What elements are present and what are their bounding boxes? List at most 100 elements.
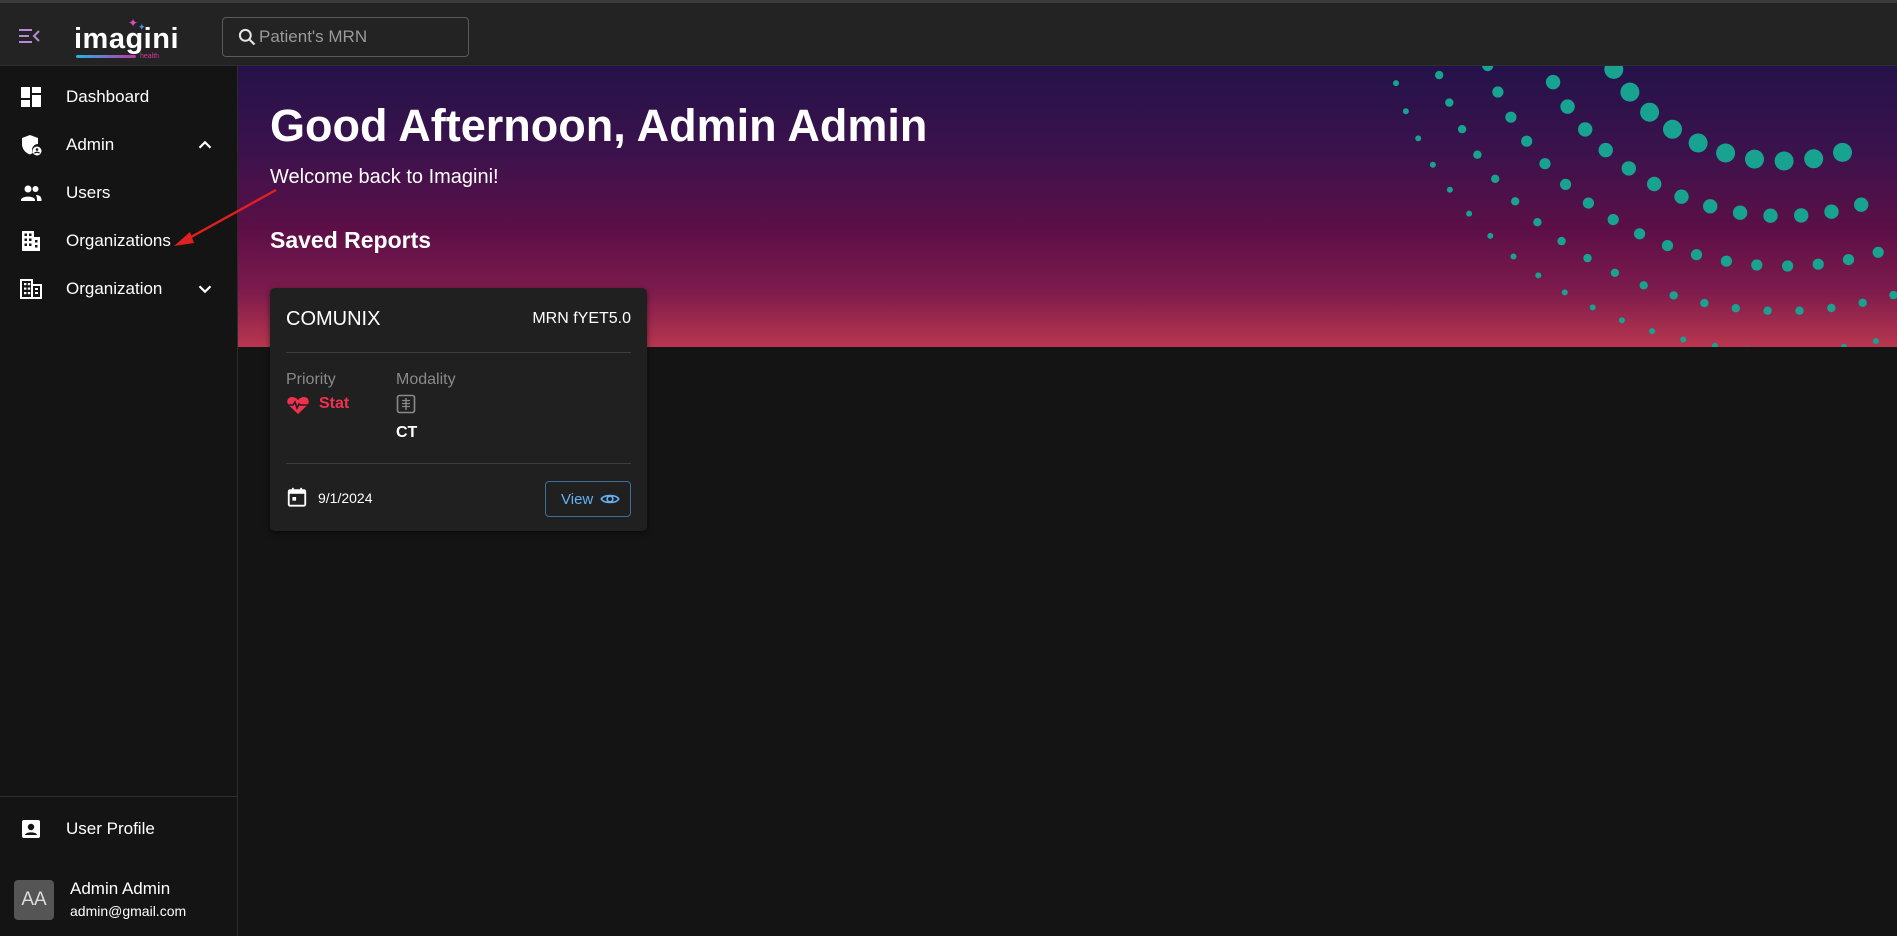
avatar-initials: AA [21,889,47,910]
decorative-dot [1647,176,1662,192]
eye-icon [600,494,620,504]
report-card[interactable]: COMUNIX MRN fYET5.0 Priority Stat Modali… [270,288,647,531]
decorative-dot [1415,135,1422,142]
decorative-dot [1492,86,1504,98]
decorative-dot [1690,249,1703,261]
chevron-up-icon[interactable] [194,134,216,156]
welcome-text: Welcome back to Imagini! [270,166,499,188]
decorative-dot [1688,133,1708,153]
sidebar-item-label: Admin [66,135,115,154]
user-profile-label: User Profile [66,819,155,838]
decorative-dot [1545,74,1561,90]
decorative-dot [1854,197,1869,212]
decorative-dot [1539,158,1551,170]
menu-collapse-icon[interactable] [16,25,42,47]
decorative-dot [1872,338,1879,345]
sidebar-item-label: Organizations [66,231,171,250]
search-icon [238,28,256,46]
decorative-dot [1589,304,1596,311]
decorative-dot [1732,205,1748,220]
decorative-dot [1598,142,1613,158]
decorative-dot [1466,210,1473,217]
card-divider [286,352,631,353]
decorative-dot [1510,253,1517,260]
report-title: COMUNIX [286,308,381,330]
sparkle-icon: ✦ [128,16,139,30]
decorative-dot [1841,343,1847,347]
view-report-button[interactable]: View [545,481,631,517]
decorative-dot [1889,290,1897,300]
decorative-dot [1731,304,1741,313]
priority-value: Stat [319,395,350,412]
decorative-dot [1561,289,1568,296]
modality-label: Modality [396,371,456,388]
decorative-dot [1640,102,1660,122]
decorative-dot [1674,189,1689,204]
decorative-dot [1703,199,1718,214]
decorative-dot [1435,70,1444,80]
decorative-dot [1560,178,1572,190]
decorative-dot [1745,149,1764,169]
decorative-dot [1402,108,1409,115]
decorative-dot [1446,186,1453,193]
decorative-dot [1661,240,1674,252]
decorative-dot [1680,336,1687,343]
decorative-dot [1505,111,1517,123]
decorative-dot [1582,197,1594,209]
decorative-dot [1535,272,1542,279]
decorative-dot [1621,161,1637,176]
sidebar-item-admin[interactable]: Admin [0,121,237,169]
sidebar-item-organization[interactable]: Organization [0,265,237,313]
decorative-dot [1639,281,1648,290]
heart-pulse-icon [287,396,309,414]
decorative-dot [1782,260,1794,272]
decorative-dot [1858,298,1867,307]
dashboard-icon [21,87,41,107]
sidebar-item-dashboard[interactable]: Dashboard [0,73,237,121]
decorative-dot [1533,218,1542,227]
admin-shield-icon [22,135,42,156]
decorative-dot [1812,258,1824,270]
avatar[interactable]: AA [14,880,54,920]
main-content: Good Afternoon, Admin Admin Welcome back… [238,66,1897,936]
sidebar-item-organizations[interactable]: Organizations [0,217,237,265]
logo-subtext: health [140,53,160,60]
top-bar: imagini ✦ ✦ health [0,0,1897,66]
decorative-dot [1607,214,1619,226]
saved-reports-title: Saved Reports [270,227,432,253]
priority-label: Priority [286,371,336,388]
decorative-dot [1774,151,1794,171]
decorative-dot [1487,232,1494,239]
search-box[interactable] [222,17,469,57]
greeting-heading: Good Afternoon, Admin Admin [270,100,928,151]
decorative-dot [1649,328,1656,335]
account-box-icon [22,820,40,838]
decorative-dot [1795,306,1804,315]
decorative-dot [1804,149,1824,169]
sidebar-item-user-profile[interactable]: User Profile [0,805,237,853]
app-logo[interactable]: imagini ✦ ✦ health [72,16,179,60]
decorative-dot [1711,342,1718,347]
patient-mrn-search-input[interactable] [259,27,459,47]
sidebar-item-users[interactable]: Users [0,169,237,217]
decorative-dot [1578,122,1593,137]
decorative-dot [1521,135,1533,147]
decorative-dot [1720,255,1732,267]
chevron-down-icon[interactable] [194,278,216,300]
decorative-dot [1827,303,1836,313]
sidebar-item-label: Users [66,183,111,202]
decorative-dot [1620,82,1640,102]
decorative-dot [1457,125,1467,134]
decorative-dot [1473,150,1482,159]
decorative-dot [1794,208,1809,223]
organizations-icon [22,231,40,251]
sparkle-small-icon: ✦ [138,22,146,32]
decorative-dot [1842,254,1855,266]
decorative-dot [1763,306,1772,315]
decorative-dot [1604,66,1624,79]
decorative-dot [1700,298,1709,308]
decorative-dot [1429,161,1436,168]
users-icon [21,185,42,201]
decorative-dot [1751,259,1763,271]
decorative-dot [1669,291,1678,300]
